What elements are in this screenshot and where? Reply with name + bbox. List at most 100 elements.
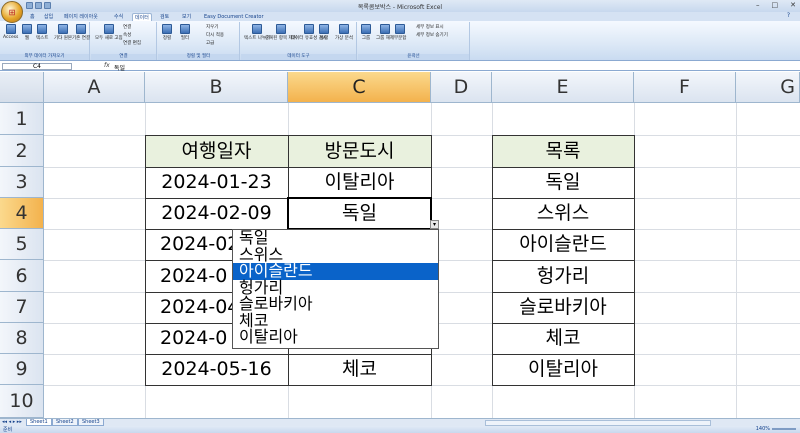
table2-border (492, 229, 635, 230)
title-bar: 목록콤보박스 - Microsoft Excel – □ ✕ (0, 0, 800, 12)
list-cell[interactable]: 이탈리아 (492, 354, 634, 385)
tab-view[interactable]: 보기 (180, 13, 193, 21)
sort-button[interactable]: 정렬 (162, 24, 172, 41)
ungroup-button[interactable]: 그룹 해제 (376, 24, 394, 41)
table2-border (492, 323, 635, 324)
access-button[interactable]: Access (3, 24, 18, 40)
hide-detail-button[interactable]: 세부 정보 숨기기 (416, 32, 448, 38)
date-cell[interactable]: 2024-04 (145, 292, 232, 323)
row-header-6[interactable]: 6 (0, 260, 44, 292)
ribbon-tabs: 홈 삽입 페이지 레이아웃 수식 데이터 검토 보기 Easy Document… (0, 12, 800, 21)
consolidate-button[interactable]: 통합 (319, 24, 329, 41)
subtotal-button[interactable]: 부분합 (394, 24, 406, 41)
help-icon[interactable]: ? (787, 12, 790, 19)
group-button[interactable]: 그룹 (361, 24, 371, 41)
list-cell[interactable]: 아이슬란드 (492, 229, 634, 260)
list-cell[interactable]: 헝가리 (492, 260, 634, 292)
column-header-g[interactable]: G (736, 72, 800, 103)
formula-bar: C4 fx 독일 (0, 62, 800, 72)
header-cell-travel-date[interactable]: 여행일자 (145, 135, 288, 167)
tab-easy-document-creator[interactable]: Easy Document Creator (202, 13, 266, 21)
tab-home[interactable]: 홈 (28, 13, 37, 21)
tab-review[interactable]: 검토 (158, 13, 171, 21)
what-if-analysis-button[interactable]: 가상 분석 (335, 24, 353, 41)
group-label: 윤곽선 (358, 54, 469, 60)
date-cell[interactable]: 2024-02-09 (145, 198, 288, 229)
list-cell[interactable]: 슬로바키아 (492, 292, 634, 323)
column-header-e[interactable]: E (492, 72, 634, 103)
city-cell[interactable]: 이탈리아 (288, 167, 431, 198)
tab-page-layout[interactable]: 페이지 레이아웃 (62, 13, 100, 21)
row-header-2[interactable]: 2 (0, 135, 44, 167)
name-box[interactable]: C4 (2, 63, 72, 70)
dropdown-option[interactable]: 이탈리아 (233, 328, 438, 346)
tab-insert[interactable]: 삽입 (42, 13, 55, 21)
web-button[interactable]: 웹 (22, 24, 32, 41)
reapply-button[interactable]: 다시 적용 (206, 32, 224, 38)
zoom-level[interactable]: 140% (756, 426, 770, 432)
window-controls: – □ ✕ (756, 1, 796, 9)
column-header-a[interactable]: A (44, 72, 145, 103)
sheet-tab-1[interactable]: Sheet1 (26, 419, 52, 426)
minimize-icon[interactable]: – (756, 1, 760, 9)
date-cell[interactable]: 2024-01-23 (145, 167, 288, 198)
maximize-icon[interactable]: □ (772, 1, 779, 9)
list-cell[interactable]: 체코 (492, 323, 634, 354)
text-button[interactable]: 텍스트 (36, 24, 48, 41)
show-detail-button[interactable]: 세부 정보 표시 (416, 24, 444, 30)
other-sources-button[interactable]: 기타 원본 (54, 24, 72, 41)
select-all-corner[interactable] (0, 72, 44, 103)
column-header-b[interactable]: B (145, 72, 288, 103)
header-cell-list[interactable]: 목록 (492, 135, 634, 167)
row-header-1[interactable]: 1 (0, 103, 44, 135)
list-cell[interactable]: 스위스 (492, 198, 634, 229)
row-header-5[interactable]: 5 (0, 229, 44, 260)
column-header-f[interactable]: F (634, 72, 736, 103)
group-sort-filter: 정렬 필터 지우기 다시 적용 고급 정렬 및 필터 (158, 22, 240, 60)
sheet-tab-2[interactable]: Sheet2 (52, 419, 78, 426)
excel-window: 목록콤보박스 - Microsoft Excel – □ ✕ ⊞ 홈 삽입 페이… (0, 0, 800, 433)
filter-button[interactable]: 필터 (180, 24, 190, 41)
list-cell[interactable]: 독일 (492, 167, 634, 198)
row-header-7[interactable]: 7 (0, 292, 44, 323)
fx-icon[interactable]: fx (104, 62, 110, 69)
validation-dropdown-list[interactable]: 독일 스위스 아이슬란드 헝가리 슬로바키아 체코 이탈리아 (232, 229, 439, 349)
ribbon: Access 웹 텍스트 기타 원본 기존 연결 외부 데이터 가져오기 모두 … (0, 21, 800, 61)
sheet-nav-arrows-icon[interactable]: ◂◂ ◂ ▸ ▸▸ (2, 419, 22, 425)
connections-button[interactable]: 연결 (123, 24, 131, 30)
status-bar: 준비 140% (0, 426, 800, 433)
column-header-c[interactable]: C (288, 72, 431, 103)
sheet-tab-3[interactable]: Sheet3 (78, 419, 104, 426)
properties-button[interactable]: 속성 (123, 32, 131, 38)
date-cell[interactable]: 2024-05-16 (145, 354, 288, 385)
office-button[interactable]: ⊞ (1, 1, 23, 23)
date-cell[interactable]: 2024-02 (145, 229, 232, 260)
date-cell[interactable]: 2024-0 (145, 260, 232, 292)
column-header-d[interactable]: D (431, 72, 492, 103)
table2-border (492, 198, 635, 199)
clear-button[interactable]: 지우기 (206, 24, 218, 30)
row-header-8[interactable]: 8 (0, 323, 44, 354)
tab-formulas[interactable]: 수식 (112, 13, 125, 21)
row-header-9[interactable]: 9 (0, 354, 44, 385)
window-title: 목록콤보박스 - Microsoft Excel (357, 4, 443, 11)
edit-links-button[interactable]: 연결 편집 (123, 40, 141, 46)
dropdown-arrow-icon[interactable]: ▾ (430, 220, 439, 229)
formula-input[interactable]: 독일 (114, 63, 125, 72)
close-icon[interactable]: ✕ (790, 1, 796, 9)
row-header-3[interactable]: 3 (0, 167, 44, 198)
zoom-slider[interactable] (772, 428, 796, 430)
existing-connections-button[interactable]: 기존 연결 (72, 24, 90, 41)
group-label: 정렬 및 필터 (158, 54, 239, 60)
group-data-tools: 텍스트 나누기 중복된 항목 제거 데이터 유효성 검사 통합 가상 분석 데이… (241, 22, 357, 60)
refresh-all-button[interactable]: 모두 새로 고침 (95, 24, 123, 41)
advanced-button[interactable]: 고급 (206, 40, 214, 46)
header-cell-visit-city[interactable]: 방문도시 (288, 135, 431, 167)
row-header-4[interactable]: 4 (0, 198, 44, 229)
tab-data[interactable]: 데이터 (132, 13, 152, 21)
city-cell[interactable]: 체코 (288, 354, 431, 385)
table2-border (492, 354, 635, 355)
date-cell[interactable]: 2024-0 (145, 323, 232, 354)
row-header-10[interactable]: 10 (0, 385, 44, 418)
group-label: 외부 데이터 가져오기 (0, 54, 89, 60)
